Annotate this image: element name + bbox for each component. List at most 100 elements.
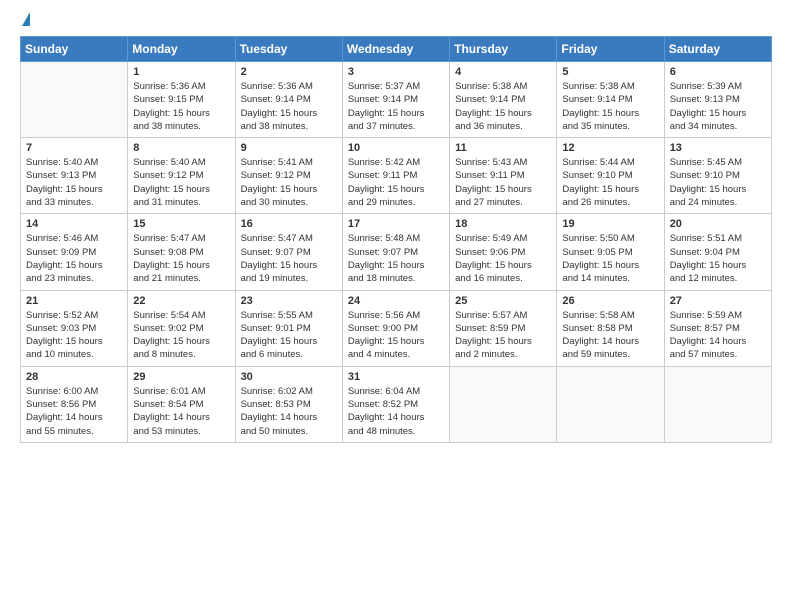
calendar-day-cell: 14 Sunrise: 5:46 AM Sunset: 9:09 PM Dayli… xyxy=(21,214,128,290)
calendar-day-cell: 18Sunrise: 5:49 AM Sunset: 9:06 PM Dayli… xyxy=(450,214,557,290)
day-info: Sunrise: 5:44 AM Sunset: 9:10 PM Dayligh… xyxy=(562,156,658,209)
calendar-day-cell: 3 Sunrise: 5:37 AM Sunset: 9:14 PM Daylig… xyxy=(342,62,449,138)
calendar-day-cell: 16Sunrise: 5:47 AM Sunset: 9:07 PM Dayli… xyxy=(235,214,342,290)
day-info: Sunrise: 5:59 AM Sunset: 8:57 PM Dayligh… xyxy=(670,309,766,362)
day-number: 4 xyxy=(455,66,551,78)
col-header-wednesday: Wednesday xyxy=(342,37,449,62)
day-number: 19 xyxy=(562,218,658,230)
calendar-day-cell xyxy=(664,366,771,442)
calendar-day-cell: 21 Sunrise: 5:52 AM Sunset: 9:03 PM Dayli… xyxy=(21,290,128,366)
col-header-saturday: Saturday xyxy=(664,37,771,62)
day-info: Sunrise: 5:41 AM Sunset: 9:12 PM Dayligh… xyxy=(241,156,337,209)
calendar-day-cell: 20 Sunrise: 5:51 AM Sunset: 9:04 PM Dayli… xyxy=(664,214,771,290)
day-info: Sunrise: 6:02 AM Sunset: 8:53 PM Dayligh… xyxy=(241,385,337,438)
calendar-header-row: SundayMondayTuesdayWednesdayThursdayFrid… xyxy=(21,37,772,62)
day-number: 7 xyxy=(26,142,122,154)
calendar-day-cell: 7 Sunrise: 5:40 AM Sunset: 9:13 PM Daylig… xyxy=(21,138,128,214)
day-info: Sunrise: 5:58 AM Sunset: 8:58 PM Dayligh… xyxy=(562,309,658,362)
calendar-day-cell: 8Sunrise: 5:40 AM Sunset: 9:12 PM Daylig… xyxy=(128,138,235,214)
calendar-day-cell: 13 Sunrise: 5:45 AM Sunset: 9:10 PM Dayli… xyxy=(664,138,771,214)
calendar-day-cell: 24Sunrise: 5:56 AM Sunset: 9:00 PM Dayli… xyxy=(342,290,449,366)
calendar-day-cell: 31 Sunrise: 6:04 AM Sunset: 8:52 PM Dayli… xyxy=(342,366,449,442)
day-number: 10 xyxy=(348,142,444,154)
calendar-day-cell: 5 Sunrise: 5:38 AM Sunset: 9:14 PM Daylig… xyxy=(557,62,664,138)
day-number: 28 xyxy=(26,371,122,383)
calendar-day-cell: 30 Sunrise: 6:02 AM Sunset: 8:53 PM Dayli… xyxy=(235,366,342,442)
calendar-day-cell: 9 Sunrise: 5:41 AM Sunset: 9:12 PM Daylig… xyxy=(235,138,342,214)
calendar-week-row: 21 Sunrise: 5:52 AM Sunset: 9:03 PM Dayli… xyxy=(21,290,772,366)
day-number: 3 xyxy=(348,66,444,78)
day-info: Sunrise: 5:52 AM Sunset: 9:03 PM Dayligh… xyxy=(26,309,122,362)
day-info: Sunrise: 6:00 AM Sunset: 8:56 PM Dayligh… xyxy=(26,385,122,438)
col-header-tuesday: Tuesday xyxy=(235,37,342,62)
day-number: 14 xyxy=(26,218,122,230)
day-info: Sunrise: 5:56 AM Sunset: 9:00 PM Dayligh… xyxy=(348,309,444,362)
day-number: 2 xyxy=(241,66,337,78)
day-number: 21 xyxy=(26,295,122,307)
day-info: Sunrise: 5:38 AM Sunset: 9:14 PM Dayligh… xyxy=(562,80,658,133)
calendar-day-cell: 12Sunrise: 5:44 AM Sunset: 9:10 PM Dayli… xyxy=(557,138,664,214)
day-number: 9 xyxy=(241,142,337,154)
logo-triangle-icon xyxy=(22,12,30,26)
day-info: Sunrise: 5:46 AM Sunset: 9:09 PM Dayligh… xyxy=(26,232,122,285)
day-info: Sunrise: 5:45 AM Sunset: 9:10 PM Dayligh… xyxy=(670,156,766,209)
col-header-friday: Friday xyxy=(557,37,664,62)
day-info: Sunrise: 5:54 AM Sunset: 9:02 PM Dayligh… xyxy=(133,309,229,362)
day-info: Sunrise: 5:38 AM Sunset: 9:14 PM Dayligh… xyxy=(455,80,551,133)
calendar-day-cell: 23Sunrise: 5:55 AM Sunset: 9:01 PM Dayli… xyxy=(235,290,342,366)
day-number: 17 xyxy=(348,218,444,230)
calendar-day-cell: 6Sunrise: 5:39 AM Sunset: 9:13 PM Daylig… xyxy=(664,62,771,138)
col-header-monday: Monday xyxy=(128,37,235,62)
calendar-day-cell: 29 Sunrise: 6:01 AM Sunset: 8:54 PM Dayli… xyxy=(128,366,235,442)
day-info: Sunrise: 5:51 AM Sunset: 9:04 PM Dayligh… xyxy=(670,232,766,285)
calendar-week-row: 7 Sunrise: 5:40 AM Sunset: 9:13 PM Daylig… xyxy=(21,138,772,214)
day-info: Sunrise: 5:47 AM Sunset: 9:08 PM Dayligh… xyxy=(133,232,229,285)
calendar-day-cell: 22 Sunrise: 5:54 AM Sunset: 9:02 PM Dayli… xyxy=(128,290,235,366)
day-number: 25 xyxy=(455,295,551,307)
day-number: 13 xyxy=(670,142,766,154)
col-header-thursday: Thursday xyxy=(450,37,557,62)
calendar-day-cell: 25 Sunrise: 5:57 AM Sunset: 8:59 PM Dayli… xyxy=(450,290,557,366)
calendar-day-cell: 4 Sunrise: 5:38 AM Sunset: 9:14 PM Daylig… xyxy=(450,62,557,138)
day-info: Sunrise: 6:01 AM Sunset: 8:54 PM Dayligh… xyxy=(133,385,229,438)
calendar-day-cell: 15 Sunrise: 5:47 AM Sunset: 9:08 PM Dayli… xyxy=(128,214,235,290)
day-info: Sunrise: 5:37 AM Sunset: 9:14 PM Dayligh… xyxy=(348,80,444,133)
day-number: 31 xyxy=(348,371,444,383)
calendar-table: SundayMondayTuesdayWednesdayThursdayFrid… xyxy=(20,36,772,443)
day-number: 20 xyxy=(670,218,766,230)
day-number: 27 xyxy=(670,295,766,307)
day-info: Sunrise: 5:36 AM Sunset: 9:15 PM Dayligh… xyxy=(133,80,229,133)
calendar-day-cell: 2Sunrise: 5:36 AM Sunset: 9:14 PM Daylig… xyxy=(235,62,342,138)
day-info: Sunrise: 5:48 AM Sunset: 9:07 PM Dayligh… xyxy=(348,232,444,285)
day-info: Sunrise: 6:04 AM Sunset: 8:52 PM Dayligh… xyxy=(348,385,444,438)
day-number: 29 xyxy=(133,371,229,383)
calendar-day-cell xyxy=(450,366,557,442)
day-number: 15 xyxy=(133,218,229,230)
day-info: Sunrise: 5:49 AM Sunset: 9:06 PM Dayligh… xyxy=(455,232,551,285)
calendar-day-cell: 10Sunrise: 5:42 AM Sunset: 9:11 PM Dayli… xyxy=(342,138,449,214)
day-info: Sunrise: 5:43 AM Sunset: 9:11 PM Dayligh… xyxy=(455,156,551,209)
day-number: 30 xyxy=(241,371,337,383)
day-number: 16 xyxy=(241,218,337,230)
day-info: Sunrise: 5:57 AM Sunset: 8:59 PM Dayligh… xyxy=(455,309,551,362)
calendar-week-row: 14 Sunrise: 5:46 AM Sunset: 9:09 PM Dayli… xyxy=(21,214,772,290)
calendar-day-cell xyxy=(21,62,128,138)
calendar-day-cell: 27 Sunrise: 5:59 AM Sunset: 8:57 PM Dayli… xyxy=(664,290,771,366)
day-number: 23 xyxy=(241,295,337,307)
calendar-day-cell xyxy=(557,366,664,442)
day-number: 5 xyxy=(562,66,658,78)
calendar-week-row: 28 Sunrise: 6:00 AM Sunset: 8:56 PM Dayli… xyxy=(21,366,772,442)
day-number: 1 xyxy=(133,66,229,78)
logo xyxy=(20,16,30,26)
day-info: Sunrise: 5:50 AM Sunset: 9:05 PM Dayligh… xyxy=(562,232,658,285)
day-number: 26 xyxy=(562,295,658,307)
calendar-day-cell: 19 Sunrise: 5:50 AM Sunset: 9:05 PM Dayli… xyxy=(557,214,664,290)
day-info: Sunrise: 5:40 AM Sunset: 9:13 PM Dayligh… xyxy=(26,156,122,209)
day-number: 22 xyxy=(133,295,229,307)
col-header-sunday: Sunday xyxy=(21,37,128,62)
calendar-week-row: 1 Sunrise: 5:36 AM Sunset: 9:15 PM Daylig… xyxy=(21,62,772,138)
page: SundayMondayTuesdayWednesdayThursdayFrid… xyxy=(0,0,792,612)
calendar-day-cell: 26 Sunrise: 5:58 AM Sunset: 8:58 PM Dayli… xyxy=(557,290,664,366)
day-info: Sunrise: 5:40 AM Sunset: 9:12 PM Dayligh… xyxy=(133,156,229,209)
header xyxy=(20,16,772,26)
